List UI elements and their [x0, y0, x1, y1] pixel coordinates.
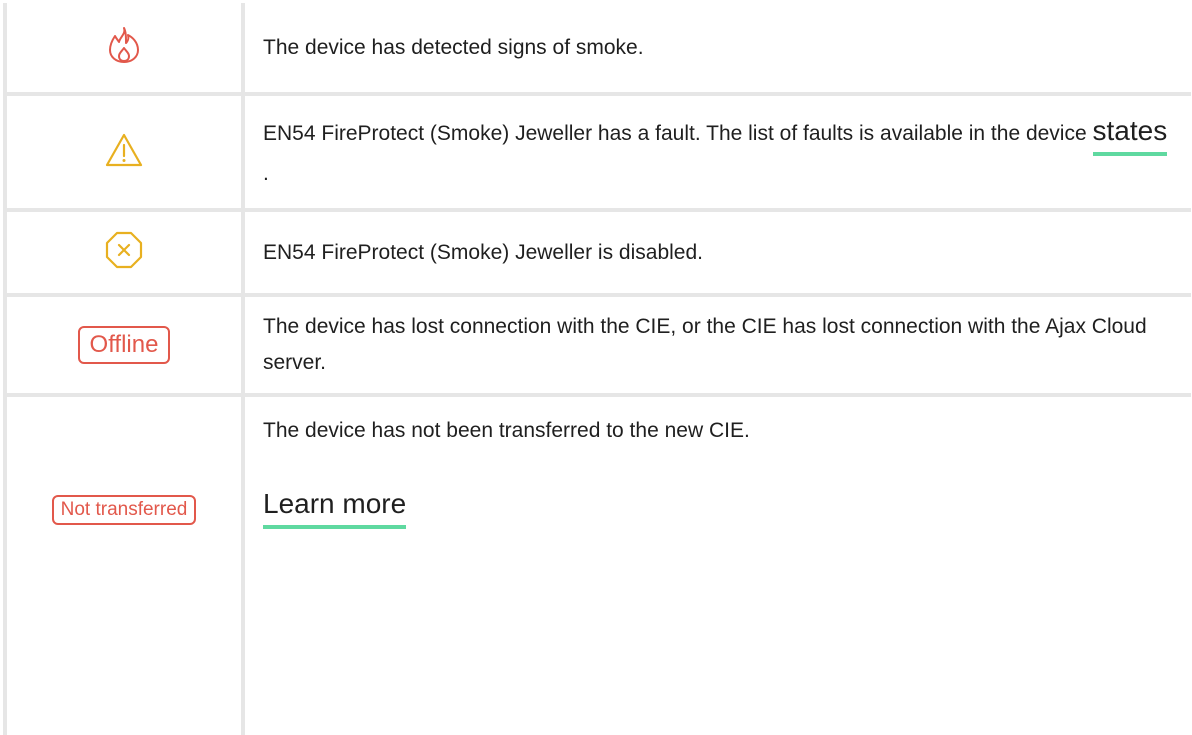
row-description: The device has lost connection with the …	[263, 315, 1147, 374]
row-description: The device has not been transferred to t…	[263, 419, 750, 442]
icon-cell	[3, 208, 245, 297]
not-transferred-badge: Not transferred	[51, 495, 197, 525]
row-description: EN54 FireProtect (Smoke) Jeweller has a …	[263, 113, 1171, 192]
description-text-end: .	[263, 161, 269, 185]
icon-cell: Not transferred	[3, 393, 245, 735]
states-link[interactable]: states	[1092, 113, 1168, 156]
table-row: Not transferred The device has not been …	[3, 393, 1191, 735]
table-row: EN54 FireProtect (Smoke) Jeweller has a …	[3, 92, 1191, 212]
description-cell: EN54 FireProtect (Smoke) Jeweller is dis…	[241, 208, 1191, 297]
table-row: The device has detected signs of smoke.	[3, 3, 1191, 96]
device-icons-table: The device has detected signs of smoke. …	[3, 3, 1191, 735]
description-text: EN54 FireProtect (Smoke) Jeweller has a …	[263, 121, 1093, 145]
learn-more-link[interactable]: Learn more	[263, 486, 407, 529]
fire-icon	[108, 26, 140, 69]
offline-badge: Offline	[77, 326, 171, 364]
row-description: EN54 FireProtect (Smoke) Jeweller is dis…	[263, 240, 703, 264]
description-cell: The device has detected signs of smoke.	[241, 3, 1191, 96]
disabled-octagon-icon	[105, 231, 143, 274]
row-description: The device has detected signs of smoke.	[263, 35, 644, 59]
description-cell: The device has not been transferred to t…	[241, 393, 1191, 735]
description-cell: The device has lost connection with the …	[241, 293, 1191, 397]
icon-cell: Offline	[3, 293, 245, 397]
table-row: Offline The device has lost connection w…	[3, 293, 1191, 397]
icon-cell	[3, 3, 245, 96]
table-row: EN54 FireProtect (Smoke) Jeweller is dis…	[3, 208, 1191, 297]
warning-triangle-icon	[105, 133, 143, 172]
icon-cell	[3, 92, 245, 212]
description-cell: EN54 FireProtect (Smoke) Jeweller has a …	[241, 92, 1191, 212]
